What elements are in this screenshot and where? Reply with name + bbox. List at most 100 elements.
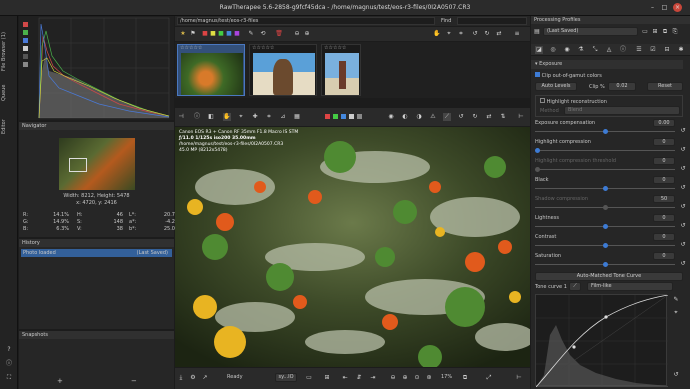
- help-icon[interactable]: ?: [5, 346, 13, 354]
- color-label-red-icon[interactable]: ■: [201, 30, 209, 38]
- star-filter-icon[interactable]: ★: [179, 30, 187, 38]
- transform-tab-icon[interactable]: ⤡: [591, 46, 599, 54]
- sharpening-mask-icon[interactable]: ◉: [387, 113, 395, 121]
- history-item[interactable]: Photo loaded (Last Saved): [21, 249, 172, 257]
- param-reset-icon[interactable]: ↺: [679, 241, 687, 249]
- path-input[interactable]: /home/magnus/test/eos-r3-files: [177, 17, 435, 25]
- rotate-left-icon[interactable]: ↺: [457, 113, 465, 121]
- open-profile-icon[interactable]: ▭: [641, 28, 649, 36]
- reset-button[interactable]: Reset: [647, 82, 683, 91]
- navigator-viewport[interactable]: [69, 158, 87, 172]
- rotate-right-icon[interactable]: ↻: [483, 30, 491, 38]
- edited-filter-icon[interactable]: ✎: [247, 30, 255, 38]
- rotate-left-icon[interactable]: ↺: [471, 30, 479, 38]
- hide-filmstrip-icon[interactable]: ⊢: [515, 374, 523, 382]
- color-label-yellow-icon[interactable]: ■: [209, 30, 217, 38]
- close-icon[interactable]: ×: [673, 3, 682, 12]
- param-value-spinner[interactable]: 0: [653, 176, 675, 184]
- find-input[interactable]: [457, 17, 527, 25]
- color-tab-icon[interactable]: ◉: [563, 46, 571, 54]
- bullet-list-icon[interactable]: ☰: [635, 46, 643, 54]
- minimize-icon[interactable]: –: [648, 3, 657, 12]
- param-slider[interactable]: [535, 262, 675, 267]
- color-label-purple-icon[interactable]: ■: [233, 30, 241, 38]
- param-reset-icon[interactable]: ↺: [679, 260, 687, 268]
- param-reset-icon[interactable]: ↺: [679, 203, 687, 211]
- param-reset-icon[interactable]: ↺: [679, 165, 687, 173]
- output-profile-select[interactable]: sy...IO: [275, 373, 297, 382]
- fullscreen-icon[interactable]: ⛶: [5, 374, 13, 382]
- curve-mode-select[interactable]: Film-like: [587, 282, 673, 291]
- exposure-section-header[interactable]: ▾ Exposure: [531, 60, 683, 69]
- profile-select[interactable]: (Last Saved): [543, 27, 638, 36]
- zoom-out-icon[interactable]: ⊖: [389, 374, 397, 382]
- add-snapshot-button[interactable]: +: [57, 377, 63, 385]
- tone-curve-editor[interactable]: [535, 294, 669, 388]
- save-profile-icon[interactable]: ⊞: [651, 28, 659, 36]
- wb-picker-icon[interactable]: ⌖: [237, 113, 245, 121]
- curve-picker-icon[interactable]: ⌖: [672, 309, 680, 317]
- curve-type-select[interactable]: ⟋: [569, 282, 581, 291]
- exposure-tab-icon[interactable]: ◪: [535, 46, 543, 54]
- fullscreen-toggle-icon[interactable]: ⤢: [485, 374, 493, 382]
- preview-green-icon[interactable]: [333, 114, 338, 119]
- curve-reset-icon[interactable]: ↺: [672, 371, 680, 379]
- color-label-green-icon[interactable]: ■: [217, 30, 225, 38]
- hand-tool-icon[interactable]: ✋: [433, 30, 441, 38]
- warning-icon[interactable]: ⚠: [429, 113, 437, 121]
- thumb-stars[interactable]: ☆☆☆☆☆: [252, 45, 274, 51]
- edit-curve-icon[interactable]: ✎: [672, 296, 680, 304]
- zoom-fit-icon[interactable]: ⊙: [413, 374, 421, 382]
- flip-horizontal-icon[interactable]: ⇄: [485, 113, 493, 121]
- filmstrip-menu-icon[interactable]: ≡: [513, 30, 521, 38]
- shadow-clip-icon[interactable]: ◐: [401, 113, 409, 121]
- straighten-icon[interactable]: ⊿: [279, 113, 287, 121]
- slider-knob[interactable]: [602, 205, 608, 210]
- slider-knob[interactable]: [602, 243, 608, 248]
- slider-knob[interactable]: [602, 262, 608, 267]
- preview-blue-icon[interactable]: [341, 114, 346, 119]
- slider-knob[interactable]: [602, 129, 608, 134]
- preview-red-icon[interactable]: [325, 114, 330, 119]
- paste-profile-icon[interactable]: ⎘: [671, 28, 679, 36]
- zoom-in-icon[interactable]: ⊕: [401, 374, 409, 382]
- param-reset-icon[interactable]: ↺: [679, 184, 687, 192]
- param-slider[interactable]: [535, 148, 675, 153]
- auto-levels-button[interactable]: Auto Levels: [535, 82, 577, 91]
- grid-overlay-icon[interactable]: ▦: [293, 113, 301, 121]
- thumbnail[interactable]: ☆☆☆☆☆: [321, 44, 361, 96]
- thumb-stars[interactable]: ☆☆☆☆☆: [180, 45, 202, 51]
- navigator-preview[interactable]: [59, 138, 135, 190]
- auto-tone-curve-button[interactable]: Auto-Matched Tone Curve: [535, 272, 683, 281]
- zoom-100-icon[interactable]: ⊛: [425, 374, 433, 382]
- sync-icon[interactable]: ⇵: [355, 374, 363, 382]
- tab-editor[interactable]: Editor: [1, 116, 17, 138]
- maximize-icon[interactable]: □: [660, 3, 669, 12]
- raw-tab-icon[interactable]: ◬: [605, 46, 613, 54]
- flip-vertical-icon[interactable]: ⇅: [499, 113, 507, 121]
- expand-all-icon[interactable]: ☑: [649, 46, 657, 54]
- clip-pct-spinner[interactable]: 0.02: [608, 82, 636, 91]
- zoom-in-thumbs-icon[interactable]: ⊕: [303, 30, 311, 38]
- param-slider[interactable]: [535, 243, 675, 248]
- param-slider[interactable]: [535, 224, 675, 229]
- slider-knob[interactable]: [602, 186, 608, 191]
- flip-icon[interactable]: ⇄: [495, 30, 503, 38]
- highlight-recon-checkbox[interactable]: Highlight reconstruction: [540, 98, 607, 105]
- thumb-stars[interactable]: ☆☆☆☆☆: [324, 45, 346, 51]
- hide-right-panel-icon[interactable]: ⊢: [517, 113, 525, 121]
- param-value-spinner[interactable]: 0.00: [653, 119, 675, 127]
- image-preview[interactable]: Canon EOS R3 + Canon RF 35mm F1.8 Macro …: [175, 127, 530, 367]
- flag-filter-icon[interactable]: ⚑: [189, 30, 197, 38]
- crop-icon[interactable]: ⌗: [457, 30, 465, 38]
- prev-image-icon[interactable]: ⇤: [341, 374, 349, 382]
- hide-left-panel-icon[interactable]: ⊣: [177, 113, 185, 121]
- folder-icon[interactable]: ▭: [305, 374, 313, 382]
- param-value-spinner[interactable]: 0: [653, 214, 675, 222]
- next-image-icon[interactable]: ⇥: [369, 374, 377, 382]
- new-detail-window-icon[interactable]: ⧉: [461, 374, 469, 382]
- color-picker-icon[interactable]: ✚: [251, 113, 259, 121]
- queue-icon[interactable]: ⚙: [189, 374, 197, 382]
- info-toggle-icon[interactable]: ⓘ: [193, 113, 201, 121]
- thumbnail-selected[interactable]: ☆☆☆☆☆: [177, 44, 245, 96]
